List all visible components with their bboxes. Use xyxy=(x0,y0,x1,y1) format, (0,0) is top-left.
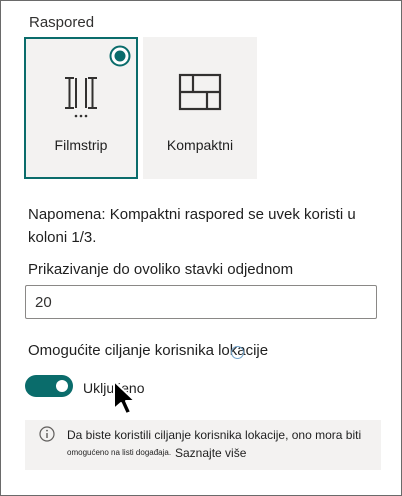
properties-panel: Raspored Filmstrip Kompaktni Napomena: K… xyxy=(0,0,402,496)
layout-section-label: Raspored xyxy=(29,14,95,31)
mouse-pointer-icon xyxy=(113,380,136,415)
layout-option-filmstrip[interactable]: Filmstrip xyxy=(24,37,138,179)
items-count-label: Prikazivanje do ovoliko stavki odjednom xyxy=(28,261,294,278)
targeting-toggle[interactable] xyxy=(25,375,73,397)
items-count-input[interactable] xyxy=(25,285,377,319)
selected-radio-icon xyxy=(109,45,131,67)
layout-note: Napomena: Kompaktni raspored se uvek kor… xyxy=(28,206,356,246)
learn-more-link[interactable]: Saznajte više xyxy=(175,446,246,460)
focus-ring-icon xyxy=(231,346,244,359)
info-text-small: omogućeno na listi događaja. xyxy=(67,448,172,457)
compact-label: Kompaktni xyxy=(166,137,234,153)
info-text: Da biste koristili ciljanje korisnika lo… xyxy=(67,428,362,442)
compact-grid-icon xyxy=(178,73,222,111)
toggle-knob xyxy=(56,380,68,392)
filmstrip-label: Filmstrip xyxy=(54,137,108,153)
filmstrip-icon xyxy=(65,77,97,118)
info-icon xyxy=(39,426,55,442)
targeting-info-box: Da biste koristili ciljanje korisnika lo… xyxy=(25,420,381,470)
layout-option-compact[interactable]: Kompaktni xyxy=(143,37,257,179)
